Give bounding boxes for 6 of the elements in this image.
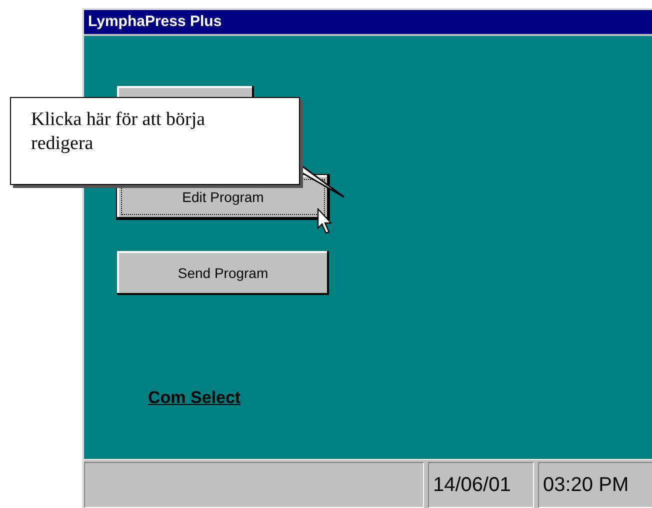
status-date: 14/06/01 (428, 462, 534, 508)
window-title: LymphaPress Plus (84, 10, 652, 34)
com-select-link[interactable]: Com Select (148, 388, 241, 408)
program-button[interactable]: Send Program (117, 251, 329, 295)
mouse-pointer-icon (317, 208, 333, 234)
status-time: 03:20 PM (538, 462, 652, 508)
